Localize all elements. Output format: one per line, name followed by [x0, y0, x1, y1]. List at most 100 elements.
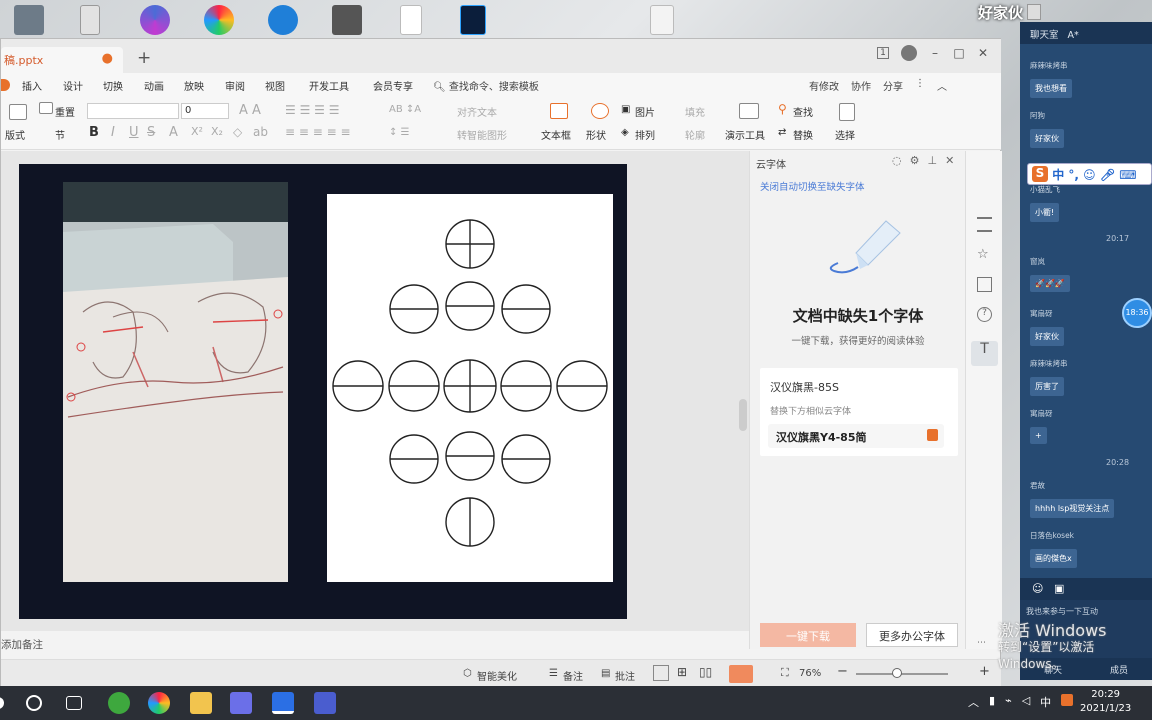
image-icon[interactable]: ▣ [1054, 582, 1064, 595]
picture-button[interactable]: 图片 [635, 104, 655, 119]
menu-review[interactable]: 审阅 [225, 78, 245, 93]
avatar[interactable] [901, 45, 917, 61]
menu-view[interactable]: 视图 [265, 78, 285, 93]
more-fonts-button[interactable]: 更多办公字体 [866, 623, 958, 647]
menu-insert[interactable]: 插入 [22, 78, 42, 93]
panel-title[interactable]: 云字体 [756, 156, 786, 171]
smart-beautify-button[interactable]: 智能美化 [477, 668, 517, 683]
play-slideshow-button[interactable] [729, 665, 753, 683]
font-name-field[interactable] [87, 103, 179, 119]
arrange-button[interactable]: 排列 [635, 127, 655, 142]
wps-presentation-taskbar-icon[interactable] [314, 692, 336, 714]
comments-button[interactable]: 批注 [615, 668, 635, 683]
menu-animation[interactable]: 动画 [144, 78, 164, 93]
volume-icon[interactable]: ◁ [1022, 694, 1030, 710]
highlight-icon[interactable]: ab [253, 125, 268, 139]
sogou-tray-icon[interactable] [1061, 694, 1074, 706]
share-button[interactable]: 分享 [883, 78, 903, 93]
desktop-icon-image[interactable] [332, 5, 362, 35]
zoom-in-button[interactable]: + [979, 664, 990, 679]
desktop-icon-image[interactable] [650, 5, 674, 35]
desktop-icon-ie[interactable] [268, 5, 298, 35]
head-angle-sketch[interactable] [327, 194, 613, 582]
strikethrough-icon[interactable]: S [147, 125, 155, 140]
textbox-button[interactable]: 文本框 [541, 127, 571, 142]
wps-taskbar-icon[interactable] [272, 692, 294, 714]
ime-mode[interactable]: 中 [1052, 168, 1064, 182]
menu-transition[interactable]: 切换 [103, 78, 123, 93]
start-button[interactable] [0, 697, 4, 709]
bold-icon[interactable]: B [89, 125, 99, 140]
search-icon[interactable] [26, 695, 42, 711]
menu-member[interactable]: 会员专享 [373, 78, 413, 93]
more-icon[interactable]: ⋮ [915, 78, 925, 93]
close-icon[interactable]: ✕ [945, 154, 954, 167]
paint-taskbar-icon[interactable] [148, 692, 170, 714]
normal-view-icon[interactable] [653, 665, 669, 681]
superscript-icon[interactable]: X² [191, 125, 203, 138]
shape-icon[interactable] [591, 103, 609, 119]
ime-toolbar[interactable]: S 中 °, ☺ 🎤︎ ⌨ [1027, 163, 1152, 185]
new-tab-button[interactable]: + [137, 48, 151, 68]
chat-icon[interactable]: ◌ [892, 154, 902, 167]
reading-view-icon[interactable]: ▯▯ [699, 665, 712, 679]
shape-button[interactable]: 形状 [586, 127, 606, 142]
floating-time-bubble[interactable]: 18:36 [1122, 298, 1152, 328]
font-size-field[interactable]: 0 [181, 103, 229, 119]
notes-area[interactable]: 添加备注 [1, 631, 749, 657]
browser-taskbar-icon[interactable] [108, 692, 130, 714]
present-tools-button[interactable]: 演示工具 [725, 127, 765, 142]
desktop-icon-file[interactable] [400, 5, 422, 35]
zoom-out-button[interactable]: − [837, 664, 848, 679]
present-tools-icon[interactable] [739, 103, 759, 119]
menu-developer[interactable]: 开发工具 [309, 78, 349, 93]
file-explorer-icon[interactable] [190, 692, 212, 714]
menu-slideshow[interactable]: 放映 [184, 78, 204, 93]
fill-button[interactable]: 填充 [685, 104, 705, 119]
task-view-icon[interactable] [66, 696, 82, 710]
layout-icon[interactable] [9, 104, 27, 120]
section-button[interactable]: 节 [55, 127, 65, 142]
desktop-icon-photoshop[interactable] [460, 5, 486, 35]
mic-icon[interactable]: ▮ [989, 694, 995, 710]
subscript-icon[interactable]: X₂ [211, 125, 223, 138]
close-button[interactable]: ✕ [977, 46, 989, 60]
line-spacing-icon[interactable]: ↕ ☰ [389, 127, 410, 138]
network-icon[interactable]: ⌁ [1005, 694, 1012, 710]
tray-ime[interactable]: 中 [1040, 694, 1051, 710]
layout-button[interactable]: 版式 [5, 127, 25, 142]
clear-format-icon[interactable]: ◇ [233, 125, 242, 139]
chevron-up-icon[interactable]: ︿ [937, 78, 947, 93]
font-panel-icon[interactable]: T [971, 341, 998, 366]
tray-arrow-icon[interactable]: ︿ [968, 694, 979, 710]
app-taskbar-icon[interactable] [230, 692, 252, 714]
notes-button[interactable]: 备注 [563, 668, 583, 683]
desktop-icon-browser[interactable] [140, 5, 170, 35]
find-button[interactable]: 查找 [793, 104, 813, 119]
file-menu-button[interactable] [1, 79, 10, 91]
document-tab[interactable]: 稿.pptx ● [1, 47, 123, 73]
zoom-slider-handle[interactable] [892, 668, 902, 678]
changes-button[interactable]: 有修改 [809, 78, 839, 93]
select-icon[interactable] [839, 103, 855, 121]
font-size-icon[interactable]: A* [1068, 30, 1079, 41]
reset-button[interactable]: 重置 [55, 104, 75, 119]
slide[interactable] [19, 164, 627, 619]
one-click-download-button[interactable]: 一键下载 [760, 623, 856, 647]
bullets-icon[interactable]: ☰ ☰ ☰ ☰ [285, 103, 339, 117]
ime-tools-icon[interactable]: °, ☺ 🎤︎ ⌨ [1068, 168, 1136, 182]
align-icons[interactable]: ≡ ≡ ≡ ≡ ≡ [285, 125, 351, 139]
slide-sorter-icon[interactable]: ⊞ [677, 665, 687, 679]
command-search[interactable]: 🔍︎ 查找命令、搜索模板 [433, 78, 539, 93]
select-button[interactable]: 选择 [835, 127, 855, 142]
star-icon[interactable]: ☆ [977, 247, 992, 262]
grow-font-icon[interactable]: A A [239, 103, 261, 118]
help-icon[interactable]: ? [977, 307, 992, 322]
properties-icon[interactable] [977, 217, 992, 232]
chat-input[interactable]: 我也来参与一下互动 [1026, 606, 1098, 617]
more-icon[interactable]: ⋯ [977, 638, 992, 653]
maximize-button[interactable]: □ [953, 46, 965, 60]
reference-photo[interactable] [63, 182, 288, 582]
page-indicator[interactable]: 1 [877, 47, 889, 59]
text-direction-icon[interactable]: AB ↕A [389, 104, 421, 115]
